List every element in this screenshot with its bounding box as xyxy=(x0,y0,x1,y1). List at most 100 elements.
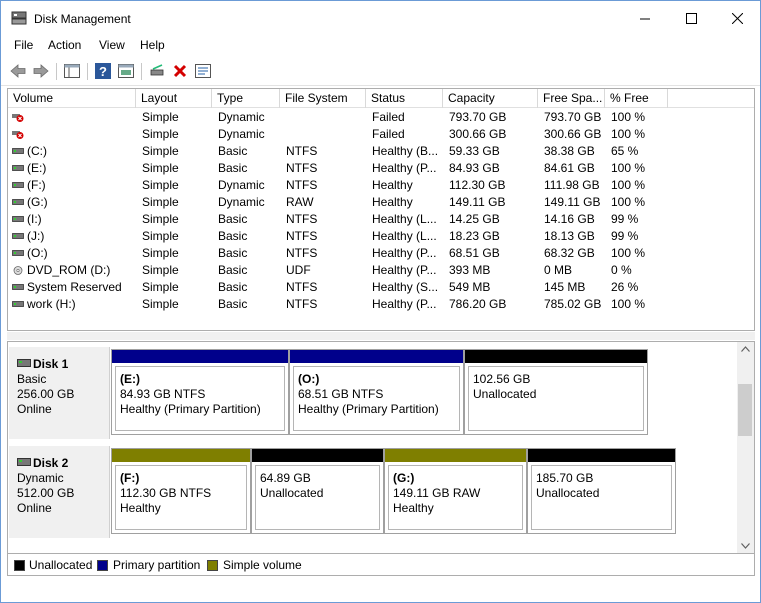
forward-button[interactable] xyxy=(31,62,51,80)
volume-row[interactable]: (J:) Simple Basic NTFS Healthy (L... 18.23 GB… xyxy=(8,228,754,245)
legend-label-unallocated: Unallocated xyxy=(29,558,93,572)
free-space-cell: 38.38 GB xyxy=(544,144,595,158)
volume-row[interactable]: (G:) Simple Dynamic RAW Healthy 149.11 GB 149.… xyxy=(8,194,754,211)
partition-status: Healthy (Primary Partition) xyxy=(120,402,261,416)
graph-vertical-scrollbar[interactable] xyxy=(737,342,754,553)
show-hide-console-tree-button[interactable] xyxy=(62,62,82,80)
legend-swatch-simple xyxy=(207,560,218,571)
scrollbar-thumb[interactable] xyxy=(738,384,752,436)
column-status[interactable]: Status xyxy=(366,89,443,108)
delete-button[interactable] xyxy=(170,62,190,80)
toolbar: ? xyxy=(1,58,760,86)
percent-free-cell: 100 % xyxy=(611,178,646,192)
column-volume[interactable]: Volume xyxy=(8,89,136,108)
partition-size: 68.51 GB NTFS xyxy=(298,387,384,401)
partition-f[interactable]: (F:) 112.30 GB NTFS Healthy xyxy=(111,448,251,534)
close-icon xyxy=(731,12,743,24)
disk-icon xyxy=(12,233,24,239)
failed-disk-icon xyxy=(12,114,24,122)
volume-name: (J:) xyxy=(27,229,45,243)
close-button[interactable] xyxy=(714,1,760,35)
title-bar[interactable]: Disk Management xyxy=(1,1,760,35)
disk-graphical-view: Disk 1 Basic 256.00 GB Online (E:) 84.93… xyxy=(7,341,755,554)
connect-drive-icon xyxy=(150,64,164,76)
volume-row[interactable]: (F:) Simple Dynamic NTFS Healthy 112.30 GB 111… xyxy=(8,177,754,194)
type-cell: Basic xyxy=(218,161,248,175)
disk-1-type: Basic xyxy=(17,372,47,386)
partition-name: (G:) xyxy=(393,471,415,485)
partition-size: 149.11 GB RAW xyxy=(393,486,481,500)
scroll-up-arrow-icon[interactable] xyxy=(741,346,750,352)
help-icon: ? xyxy=(95,63,111,79)
delete-x-icon xyxy=(173,64,187,78)
connect-disk-button[interactable] xyxy=(147,62,167,80)
disk-2-label[interactable]: Disk 2 Dynamic 512.00 GB Online xyxy=(9,446,110,538)
unallocated-space-disk-1[interactable]: 102.56 GB Unallocated xyxy=(464,349,648,435)
menu-view[interactable]: View xyxy=(99,38,125,52)
file-system-cell: NTFS xyxy=(286,246,318,260)
file-system-cell: NTFS xyxy=(286,229,318,243)
volume-row[interactable]: (I:) Simple Basic NTFS Healthy (L... 14.25 GB… xyxy=(8,211,754,228)
disk-icon xyxy=(12,182,24,188)
minimize-button[interactable] xyxy=(622,1,668,35)
column-file-system[interactable]: File System xyxy=(280,89,366,108)
layout-cell: Simple xyxy=(142,246,179,260)
percent-free-cell: 65 % xyxy=(611,144,639,158)
column-layout[interactable]: Layout xyxy=(136,89,212,108)
disk-2-size: 512.00 GB xyxy=(17,486,75,500)
partition-status: Unallocated xyxy=(260,486,324,500)
layout-cell: Simple xyxy=(142,110,179,124)
partition-g[interactable]: (G:) 149.11 GB RAW Healthy xyxy=(384,448,527,534)
legend-swatch-unallocated xyxy=(14,560,25,571)
partition-bar xyxy=(465,350,647,363)
partition-status: Unallocated xyxy=(473,387,537,401)
free-space-cell: 68.32 GB xyxy=(544,246,595,260)
volume-row[interactable]: work (H:) Simple Basic NTFS Healthy (P... 786… xyxy=(8,296,754,313)
file-system-cell: NTFS xyxy=(286,280,318,294)
status-cell: Healthy (P... xyxy=(372,161,437,175)
partition-name: (F:) xyxy=(120,471,140,485)
partition-size: 84.93 GB NTFS xyxy=(120,387,206,401)
volume-row[interactable]: Simple Dynamic Failed 300.66 GB 300.66 GB 100… xyxy=(8,126,754,143)
unallocated-space-disk-2-b[interactable]: 185.70 GB Unallocated xyxy=(527,448,676,534)
free-space-cell: 149.11 GB xyxy=(544,195,601,209)
legend-label-primary: Primary partition xyxy=(113,558,201,572)
pane-splitter[interactable] xyxy=(7,332,755,340)
percent-free-cell: 26 % xyxy=(611,280,639,294)
partition-e[interactable]: (E:) 84.93 GB NTFS Healthy (Primary Part… xyxy=(111,349,289,435)
menu-action[interactable]: Action xyxy=(48,38,81,52)
partition-status: Healthy xyxy=(120,501,161,515)
type-cell: Dynamic xyxy=(218,127,265,141)
volume-row[interactable]: System Reserved Simple Basic NTFS Healthy (S… xyxy=(8,279,754,296)
maximize-button[interactable] xyxy=(668,1,714,35)
status-cell: Healthy (B... xyxy=(372,144,439,158)
properties-button[interactable] xyxy=(116,62,136,80)
help-button[interactable]: ? xyxy=(93,62,113,80)
volume-name: (C:) xyxy=(27,144,47,158)
volume-row[interactable]: DVD_ROM (D:) Simple Basic UDF Healthy (P... 3… xyxy=(8,262,754,279)
column-free-space[interactable]: Free Spa... xyxy=(538,89,605,108)
volume-list[interactable]: Volume Layout Type File System Status Ca… xyxy=(7,88,755,331)
volume-row[interactable]: (E:) Simple Basic NTFS Healthy (P... 84.93 GB… xyxy=(8,160,754,177)
type-cell: Dynamic xyxy=(218,110,265,124)
volume-name: System Reserved xyxy=(27,280,122,294)
legend-bar: Unallocated Primary partition Simple vol… xyxy=(7,554,755,576)
volume-row[interactable]: Simple Dynamic Failed 793.70 GB 793.70 GB 100… xyxy=(8,109,754,126)
menu-help[interactable]: Help xyxy=(140,38,165,52)
partition-o[interactable]: (O:) 68.51 GB NTFS Healthy (Primary Part… xyxy=(289,349,464,435)
volume-row[interactable]: (O:) Simple Basic NTFS Healthy (P... 68.51 GB… xyxy=(8,245,754,262)
column-percent-free[interactable]: % Free xyxy=(605,89,668,108)
column-capacity[interactable]: Capacity xyxy=(443,89,538,108)
back-button[interactable] xyxy=(8,62,28,80)
volume-row[interactable]: (C:) Simple Basic NTFS Healthy (B... 59.33 GB… xyxy=(8,143,754,160)
disk-1-label[interactable]: Disk 1 Basic 256.00 GB Online xyxy=(9,347,110,439)
type-cell: Dynamic xyxy=(218,195,265,209)
properties-sheet-button[interactable] xyxy=(193,62,213,80)
partition-size: 112.30 GB NTFS xyxy=(120,486,212,500)
menu-file[interactable]: File xyxy=(14,38,33,52)
unallocated-space-disk-2-a[interactable]: 64.89 GB Unallocated xyxy=(251,448,384,534)
partition-name: (O:) xyxy=(298,372,320,386)
scroll-down-arrow-icon[interactable] xyxy=(741,543,750,549)
column-type[interactable]: Type xyxy=(212,89,280,108)
partition-status: Unallocated xyxy=(536,486,600,500)
